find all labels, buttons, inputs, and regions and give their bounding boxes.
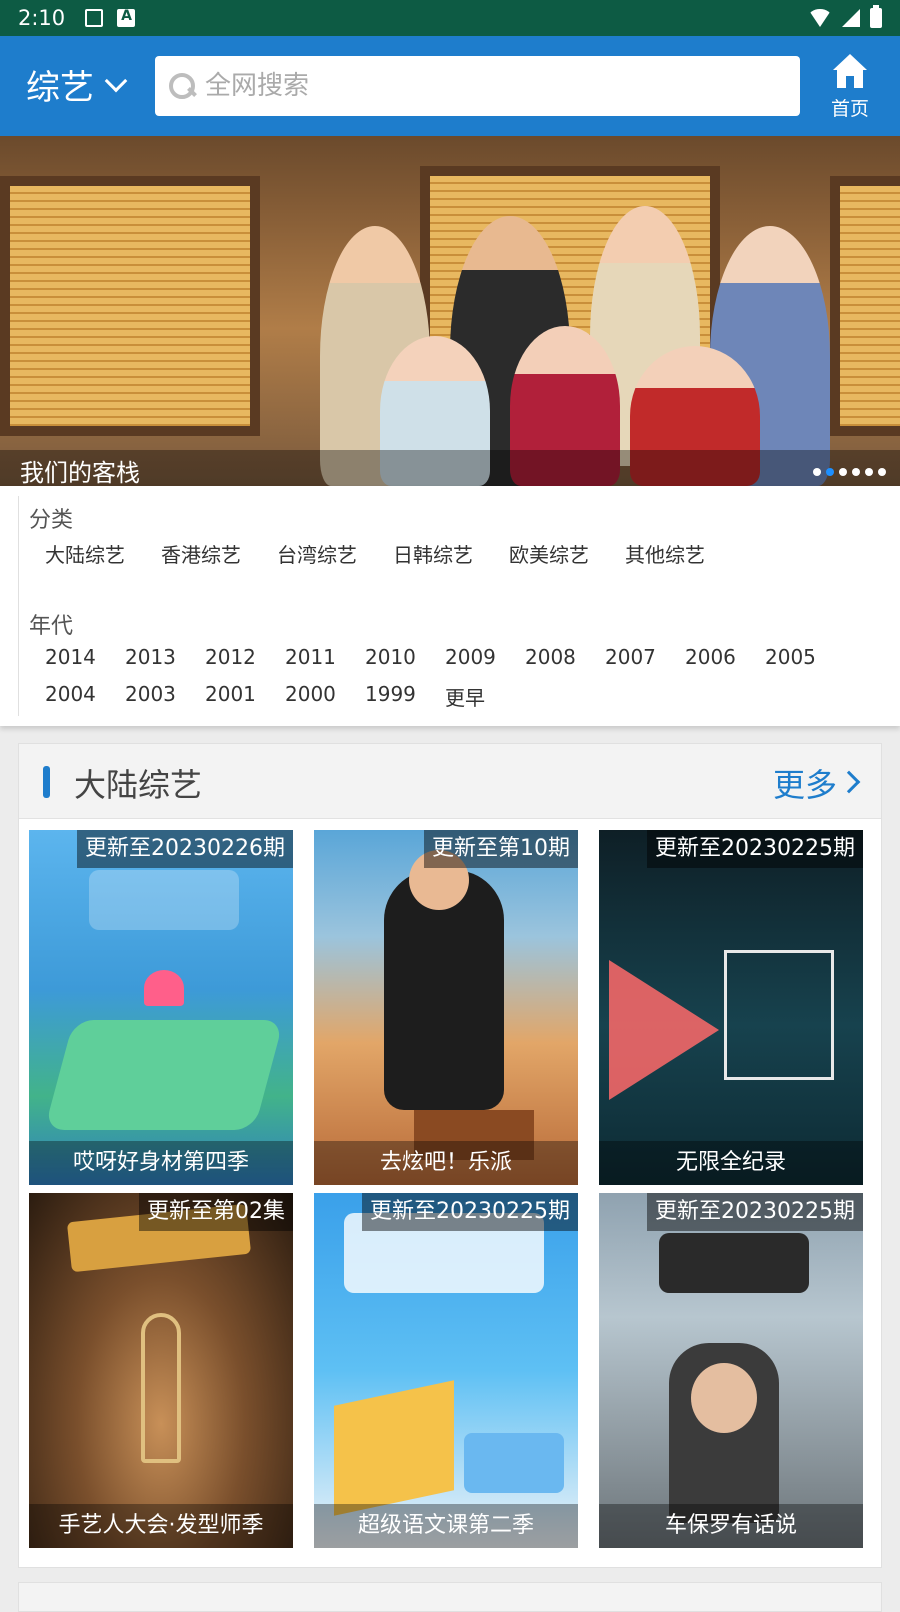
show-card[interactable]: 更新至第10期 去炫吧！乐派 (314, 830, 578, 1185)
home-icon (831, 54, 869, 88)
year-option[interactable]: 2011 (285, 645, 365, 669)
signal-icon (842, 9, 860, 27)
banner-image (0, 176, 260, 436)
update-badge: 更新至20230225期 (362, 1193, 578, 1231)
year-option[interactable]: 更早 (445, 682, 525, 711)
a-notification-icon (117, 8, 136, 27)
update-badge: 更新至20230226期 (77, 830, 293, 868)
filter-panel: 分类 大陆综艺 香港综艺 台湾综艺 日韩综艺 欧美综艺 其他综艺 年代 2014… (0, 486, 900, 726)
year-option[interactable]: 2014 (45, 645, 125, 669)
category-filter-options: 大陆综艺 香港综艺 台湾综艺 日韩综艺 欧美综艺 其他综艺 (45, 539, 741, 568)
year-option[interactable]: 2000 (285, 682, 365, 711)
carousel-dot (852, 468, 860, 476)
category-option[interactable]: 欧美综艺 (509, 539, 589, 568)
show-logo (724, 950, 834, 1080)
play-icon (609, 960, 719, 1100)
home-button[interactable]: 首页 (820, 54, 880, 121)
heart-icon (144, 970, 184, 1006)
carousel-dot (813, 468, 821, 476)
search-icon (169, 73, 195, 99)
category-option[interactable]: 其他综艺 (625, 539, 705, 568)
search-box[interactable] (155, 56, 800, 116)
show-title: 去炫吧！乐派 (314, 1141, 578, 1185)
year-option[interactable]: 1999 (365, 682, 445, 711)
show-title: 手艺人大会·发型师季 (29, 1504, 293, 1548)
year-option[interactable]: 2006 (685, 645, 765, 669)
status-bar: 2:10 (0, 0, 900, 36)
year-option[interactable]: 2010 (365, 645, 445, 669)
show-title: 哎呀好身材第四季 (29, 1141, 293, 1185)
show-card[interactable]: 更新至第02集 手艺人大会·发型师季 (29, 1193, 293, 1548)
app-bar: 综艺 首页 (0, 36, 900, 136)
year-option[interactable]: 2005 (765, 645, 845, 669)
show-card[interactable]: 更新至20230225期 无限全纪录 (599, 830, 863, 1185)
year-option[interactable]: 2012 (205, 645, 285, 669)
section-title: 大陆综艺 (74, 766, 203, 804)
category-option[interactable]: 台湾综艺 (277, 539, 357, 568)
year-option[interactable]: 2013 (125, 645, 205, 669)
update-badge: 更新至20230225期 (647, 830, 863, 868)
home-label: 首页 (830, 98, 869, 120)
section-header: 大陆综艺 更多 (19, 744, 881, 819)
scissors-icon (141, 1313, 181, 1463)
show-title: 车保罗有话说 (599, 1504, 863, 1548)
carousel-dot (865, 468, 873, 476)
banner-carousel[interactable]: 我们的客栈 (0, 136, 900, 486)
year-option[interactable]: 2001 (205, 682, 285, 711)
category-label: 综艺 (26, 68, 94, 108)
carousel-dot (878, 468, 886, 476)
show-title: 超级语文课第二季 (314, 1504, 578, 1548)
more-link[interactable]: 更多 (773, 760, 837, 806)
chevron-right-icon[interactable] (837, 770, 861, 794)
year-filter-options: 2014 2013 2012 2011 2010 2009 2008 2007 … (45, 645, 885, 711)
section-accent-bar (43, 766, 50, 798)
chevron-down-icon (104, 69, 128, 92)
wifi-icon (808, 9, 832, 27)
year-filter-title: 年代 (29, 614, 74, 639)
show-logo (659, 1233, 809, 1293)
show-card[interactable]: 更新至20230226期 哎呀好身材第四季 (29, 830, 293, 1185)
year-option[interactable]: 2008 (525, 645, 605, 669)
category-option[interactable]: 大陆综艺 (45, 539, 125, 568)
carousel-dot (839, 468, 847, 476)
battery-icon (870, 5, 882, 28)
banner-caption: 我们的客栈 (20, 459, 140, 486)
carousel-indicator (813, 468, 886, 476)
category-option[interactable]: 日韩综艺 (393, 539, 473, 568)
category-filter-title: 分类 (29, 508, 74, 533)
show-card[interactable]: 更新至20230225期 超级语文课第二季 (314, 1193, 578, 1548)
year-option[interactable]: 2004 (45, 682, 125, 711)
image-icon (85, 9, 104, 27)
category-dropdown[interactable]: 综艺 (26, 60, 128, 109)
search-input[interactable] (205, 71, 765, 101)
next-section-header (18, 1582, 882, 1612)
category-option[interactable]: 香港综艺 (161, 539, 241, 568)
update-badge: 更新至第02集 (139, 1193, 293, 1231)
show-card[interactable]: 更新至20230225期 车保罗有话说 (599, 1193, 863, 1548)
section-mainland-variety: 大陆综艺 更多 更新至20230226期 哎呀好身材第四季 更新至第10期 去炫… (18, 743, 882, 1568)
status-time: 2:10 (18, 6, 66, 30)
carousel-dot-active (826, 468, 834, 476)
year-option[interactable]: 2003 (125, 682, 205, 711)
year-option[interactable]: 2007 (605, 645, 685, 669)
update-badge: 更新至20230225期 (647, 1193, 863, 1231)
show-title: 无限全纪录 (599, 1141, 863, 1185)
update-badge: 更新至第10期 (424, 830, 578, 868)
year-option[interactable]: 2009 (445, 645, 525, 669)
